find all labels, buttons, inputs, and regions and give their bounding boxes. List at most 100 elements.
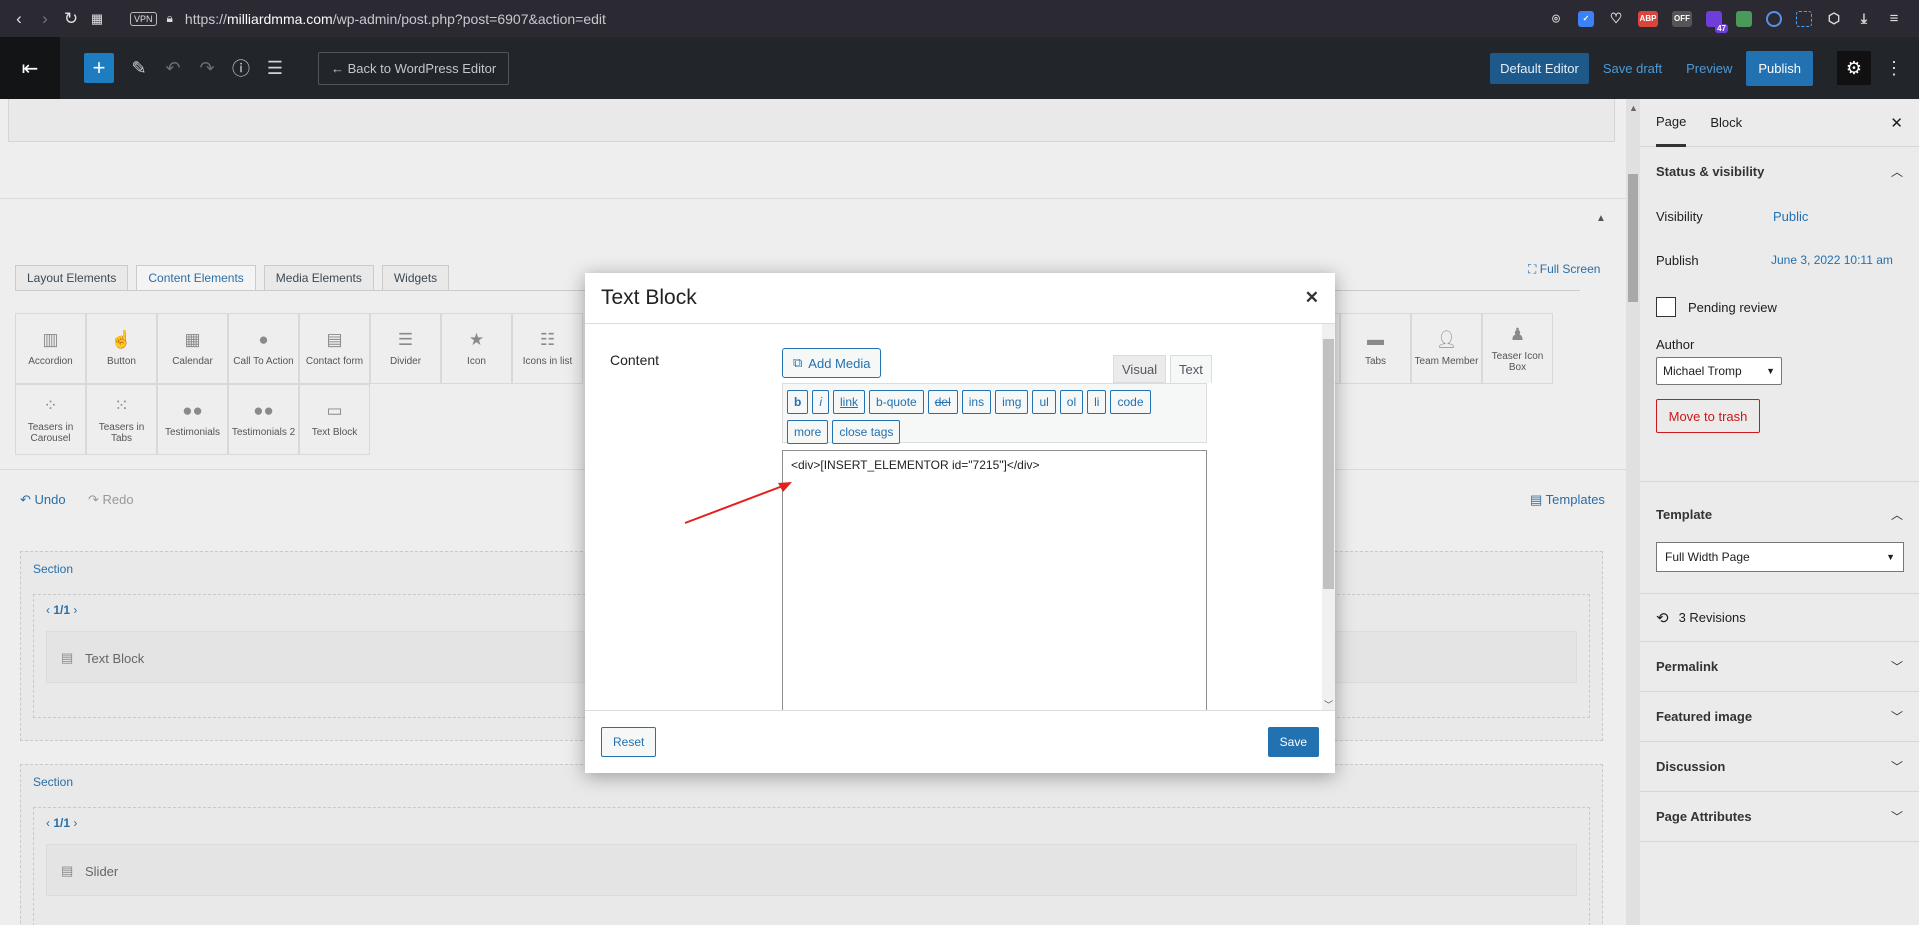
- qt-ul-button[interactable]: ul: [1032, 390, 1056, 414]
- tab-content-elements[interactable]: Content Elements: [136, 265, 256, 291]
- editor-scrollbar[interactable]: ▲: [1626, 99, 1640, 925]
- column-pager[interactable]: ‹ 1/1 ›: [46, 816, 77, 830]
- forward-arrow-icon[interactable]: ›: [32, 6, 58, 32]
- heart-icon[interactable]: ♡: [1608, 10, 1624, 27]
- qt-img-button[interactable]: img: [995, 390, 1029, 414]
- list-view-icon[interactable]: ☰: [258, 51, 292, 85]
- tab-text[interactable]: Text: [1170, 355, 1212, 383]
- shield-icon[interactable]: ✓: [1578, 10, 1594, 27]
- capture-icon[interactable]: [1796, 10, 1812, 27]
- full-screen-button[interactable]: ⛶ Full Screen: [1528, 262, 1600, 277]
- publish-button[interactable]: Publish: [1746, 50, 1813, 86]
- reload-icon[interactable]: ↻: [58, 6, 84, 32]
- qt-bold-button[interactable]: b: [787, 390, 809, 414]
- settings-gear-icon[interactable]: ⚙: [1837, 51, 1871, 85]
- extension-badge-icon[interactable]: 47: [1706, 10, 1728, 33]
- pending-review-checkbox[interactable]: [1656, 297, 1676, 317]
- templates-button[interactable]: ▤ Templates: [1530, 492, 1605, 508]
- reset-button[interactable]: Reset: [601, 727, 657, 757]
- close-icon[interactable]: ✕: [1305, 288, 1319, 308]
- author-select[interactable]: Michael Tromp ▼: [1656, 357, 1782, 385]
- address-bar[interactable]: https://milliardmma.com/wp-admin/post.ph…: [185, 11, 606, 27]
- back-arrow-icon[interactable]: ‹: [6, 6, 32, 32]
- element-button[interactable]: ☝ Button: [86, 313, 157, 384]
- qt-ins-button[interactable]: ins: [961, 390, 992, 414]
- toggle-off-icon[interactable]: OFF: [1672, 10, 1692, 27]
- tab-layout-elements[interactable]: Layout Elements: [15, 265, 129, 291]
- qt-italic-button[interactable]: i: [812, 390, 830, 414]
- revisions-row[interactable]: ⟲ 3 Revisions: [1640, 594, 1919, 642]
- block-item[interactable]: ▤ Slider: [46, 844, 1577, 896]
- builder-undo-button[interactable]: ↶ Undo: [20, 492, 66, 508]
- tab-widgets[interactable]: Widgets: [381, 265, 450, 291]
- discussion-panel[interactable]: Discussion ﹀: [1640, 742, 1919, 792]
- element-teasers-in-carousel[interactable]: ⁘ Teasers in Carousel: [15, 384, 86, 455]
- scroll-up-icon[interactable]: ▲: [1629, 103, 1638, 113]
- grid-icon[interactable]: ▦: [84, 6, 110, 32]
- download-icon[interactable]: ⤓: [1856, 10, 1872, 27]
- element-calendar[interactable]: ▦ Calendar: [157, 313, 228, 384]
- redo-icon[interactable]: ↷: [190, 51, 224, 85]
- screenshot-icon[interactable]: ⌾: [1548, 11, 1564, 27]
- dialog-scrollbar-thumb[interactable]: [1323, 339, 1334, 589]
- tab-block[interactable]: Block: [1710, 115, 1742, 130]
- element-teasers-in-tabs[interactable]: ⁙ Teasers in Tabs: [86, 384, 157, 455]
- cube-color-icon[interactable]: [1736, 10, 1752, 27]
- save-button[interactable]: Save: [1267, 727, 1319, 757]
- default-editor-button[interactable]: Default Editor: [1490, 52, 1589, 84]
- qt-li-button[interactable]: li: [1087, 390, 1107, 414]
- move-to-trash-button[interactable]: Move to trash: [1656, 399, 1760, 433]
- permalink-panel[interactable]: Permalink ﹀: [1640, 642, 1919, 692]
- template-panel-header[interactable]: Template ︿: [1656, 482, 1903, 546]
- info-icon[interactable]: ⓘ: [224, 51, 258, 85]
- close-icon[interactable]: ✕: [1890, 114, 1903, 132]
- add-media-button[interactable]: ⧉ Add Media: [782, 348, 882, 378]
- save-draft-button[interactable]: Save draft: [1603, 61, 1662, 76]
- menu-icon[interactable]: ≡: [1886, 10, 1902, 27]
- builder-redo-button[interactable]: ↷ Redo: [88, 492, 134, 508]
- element-tabs-widget[interactable]: ▬ Tabs: [1340, 313, 1411, 384]
- add-block-icon[interactable]: +: [84, 53, 114, 83]
- element-testimonials-2[interactable]: ●● Testimonials 2: [228, 384, 299, 455]
- tab-media-elements[interactable]: Media Elements: [263, 265, 374, 291]
- qt-del-button[interactable]: del: [927, 390, 958, 414]
- qt-bquote-button[interactable]: b-quote: [869, 390, 924, 414]
- vpn-badge[interactable]: VPN: [130, 11, 157, 26]
- tab-visual[interactable]: Visual: [1113, 355, 1167, 383]
- collapse-arrow-icon[interactable]: ▲: [1596, 213, 1606, 224]
- column-pager[interactable]: ‹ 1/1 ›: [46, 603, 77, 617]
- pencil-icon[interactable]: ✎: [122, 51, 156, 85]
- page-attributes-panel[interactable]: Page Attributes ﹀: [1640, 792, 1919, 842]
- element-text-block[interactable]: ▭ Text Block: [299, 384, 370, 455]
- qt-more-button[interactable]: more: [787, 420, 829, 444]
- visibility-value[interactable]: Public: [1773, 209, 1808, 224]
- qt-code-button[interactable]: code: [1110, 390, 1151, 414]
- scrollbar-thumb[interactable]: [1628, 174, 1638, 302]
- tab-page[interactable]: Page: [1656, 99, 1687, 147]
- more-options-icon[interactable]: ⋮: [1885, 58, 1903, 79]
- qt-ol-button[interactable]: ol: [1059, 390, 1084, 414]
- element-contact-form[interactable]: ▤ Contact form: [299, 313, 370, 384]
- lock-icon[interactable]: 🔒︎: [167, 11, 173, 26]
- qt-close-tags-button[interactable]: close tags: [832, 420, 901, 444]
- element-icons-in-list[interactable]: ☷ Icons in list: [512, 313, 583, 384]
- undo-icon[interactable]: ↶: [156, 51, 190, 85]
- element-testimonials[interactable]: ●● Testimonials: [157, 384, 228, 455]
- status-panel-header[interactable]: Status & visibility ︿: [1656, 147, 1903, 195]
- element-teaser-icon-box[interactable]: ♟ Teaser Icon Box: [1482, 313, 1553, 384]
- element-divider[interactable]: ☰ Divider: [370, 313, 441, 384]
- circle-extension-icon[interactable]: [1766, 10, 1782, 27]
- dialog-scrollbar[interactable]: ﹀: [1322, 324, 1335, 710]
- preview-button[interactable]: Preview: [1686, 61, 1732, 76]
- element-accordion[interactable]: ▥ Accordion: [15, 313, 86, 384]
- adblock-icon[interactable]: ABP: [1638, 10, 1658, 27]
- element-team-member[interactable]: 👤︎ Team Member: [1411, 313, 1482, 384]
- qt-link-button[interactable]: link: [833, 390, 866, 414]
- back-to-wordpress-editor-button[interactable]: ← Back to WordPress Editor: [318, 51, 510, 85]
- box-icon[interactable]: ⬡: [1826, 10, 1842, 27]
- featured-image-panel[interactable]: Featured image ﹀: [1640, 692, 1919, 742]
- exit-editor-icon[interactable]: ⇤: [0, 37, 60, 99]
- section-2[interactable]: Section ‹ 1/1 › ▤ Slider: [20, 764, 1603, 925]
- content-textarea[interactable]: <div>[INSERT_ELEMENTOR id="7215"]</div>: [782, 450, 1207, 710]
- publish-date[interactable]: June 3, 2022 10:11 am: [1771, 253, 1893, 267]
